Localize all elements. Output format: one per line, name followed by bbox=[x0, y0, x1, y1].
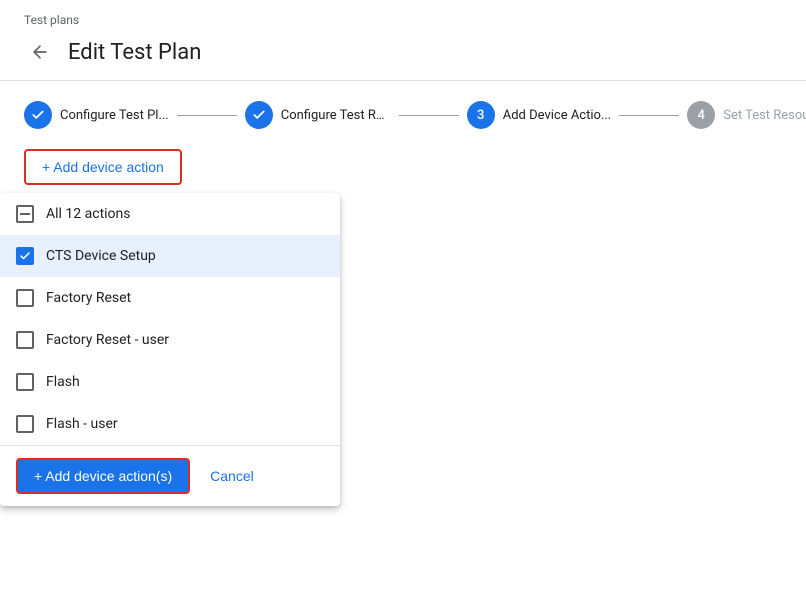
stepper: Configure Test Pl... Configure Test Ru..… bbox=[0, 81, 806, 149]
step-2-circle bbox=[245, 101, 273, 129]
dropdown-item-factory-reset-user[interactable]: Factory Reset - user bbox=[0, 319, 340, 361]
add-device-action-button[interactable]: + Add device action bbox=[24, 149, 182, 185]
checkbox-factory-reset-user-wrap bbox=[16, 331, 34, 349]
checkbox-flash-user-wrap bbox=[16, 415, 34, 433]
step-2: Configure Test Ru... bbox=[245, 101, 391, 129]
step-connector-1 bbox=[177, 115, 237, 116]
dropdown-item-flash[interactable]: Flash bbox=[0, 361, 340, 403]
page-wrapper: Test plans Edit Test Plan Configure Test… bbox=[0, 0, 806, 596]
dropdown-panel: All 12 actions CTS Device Setup bbox=[0, 193, 340, 506]
add-device-action-label: + Add device action bbox=[42, 159, 164, 175]
back-button[interactable] bbox=[24, 36, 56, 68]
arrow-left-icon bbox=[30, 42, 50, 62]
checkbox-cts bbox=[16, 247, 34, 265]
header: Edit Test Plan bbox=[0, 32, 806, 81]
step-connector-3 bbox=[619, 115, 679, 116]
checkbox-all-wrap bbox=[16, 205, 34, 223]
add-device-actions-label: + Add device action(s) bbox=[34, 468, 172, 484]
main-content: + Add device action All 12 actions bbox=[0, 149, 806, 185]
step-1-circle bbox=[24, 101, 52, 129]
dropdown-item-flash-user-label: Flash - user bbox=[46, 416, 118, 432]
dropdown-item-flash-user[interactable]: Flash - user bbox=[0, 403, 340, 445]
add-device-actions-button[interactable]: + Add device action(s) bbox=[16, 458, 190, 494]
dropdown-item-cts-label: CTS Device Setup bbox=[46, 248, 156, 264]
check-icon-cts bbox=[19, 250, 31, 262]
dropdown-item-factory-reset-label: Factory Reset bbox=[46, 290, 131, 306]
checkbox-cts-wrap bbox=[16, 247, 34, 265]
check-icon-1 bbox=[31, 108, 45, 122]
dropdown-item-factory-reset-user-label: Factory Reset - user bbox=[46, 332, 169, 348]
checkbox-flash-user bbox=[16, 415, 34, 433]
step-1: Configure Test Pl... bbox=[24, 101, 169, 129]
check-icon-2 bbox=[252, 108, 266, 122]
checkbox-all bbox=[16, 205, 34, 223]
step-3: 3 Add Device Actio... bbox=[467, 101, 612, 129]
checkbox-flash-wrap bbox=[16, 373, 34, 391]
dropdown-list: All 12 actions CTS Device Setup bbox=[0, 193, 340, 445]
step-3-circle: 3 bbox=[467, 101, 495, 129]
cancel-label: Cancel bbox=[210, 468, 254, 484]
step-3-label: Add Device Actio... bbox=[503, 108, 612, 123]
checkbox-factory-reset-wrap bbox=[16, 289, 34, 307]
step-2-label: Configure Test Ru... bbox=[281, 108, 391, 123]
dropdown-item-flash-label: Flash bbox=[46, 374, 80, 390]
step-4-label: Set Test Resourc... bbox=[723, 108, 806, 123]
checkbox-flash bbox=[16, 373, 34, 391]
dropdown-item-factory-reset[interactable]: Factory Reset bbox=[0, 277, 340, 319]
checkbox-factory-reset bbox=[16, 289, 34, 307]
step-connector-2 bbox=[399, 115, 459, 116]
step-4-circle: 4 bbox=[687, 101, 715, 129]
dropdown-item-cts[interactable]: CTS Device Setup bbox=[0, 235, 340, 277]
dropdown-item-all-label: All 12 actions bbox=[46, 206, 131, 222]
step-4: 4 Set Test Resourc... bbox=[687, 101, 806, 129]
step-1-label: Configure Test Pl... bbox=[60, 108, 169, 123]
page-title: Edit Test Plan bbox=[68, 40, 201, 65]
checkbox-factory-reset-user bbox=[16, 331, 34, 349]
indeterminate-line bbox=[20, 213, 30, 215]
breadcrumb-text: Test plans bbox=[24, 13, 79, 27]
step-4-number: 4 bbox=[698, 108, 705, 123]
dropdown-footer: + Add device action(s) Cancel bbox=[0, 445, 340, 506]
cancel-button[interactable]: Cancel bbox=[206, 460, 258, 492]
step-3-number: 3 bbox=[477, 108, 484, 123]
dropdown-item-all[interactable]: All 12 actions bbox=[0, 193, 340, 235]
breadcrumb: Test plans bbox=[0, 0, 806, 32]
